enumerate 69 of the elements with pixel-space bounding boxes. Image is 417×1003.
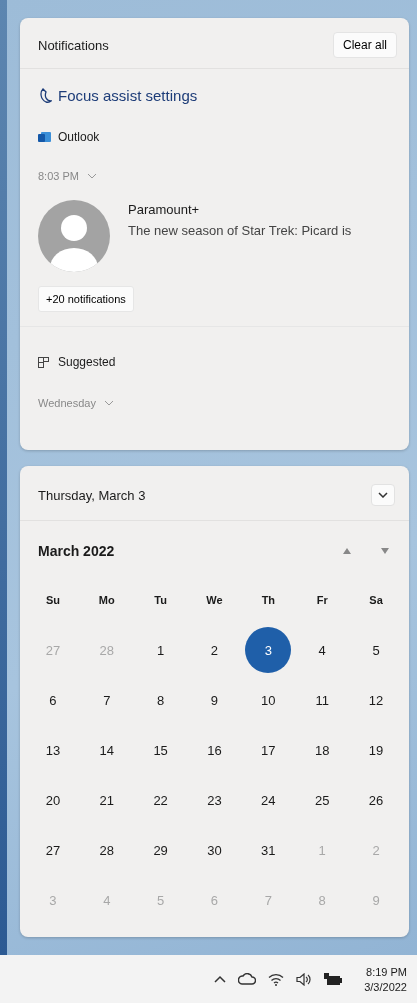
cloud-icon[interactable] [238, 973, 257, 985]
weekday-label: We [205, 593, 224, 608]
calendar-day[interactable]: 13 [29, 727, 76, 773]
battery-icon[interactable] [324, 972, 343, 986]
chevron-down-icon [86, 173, 97, 179]
calendar-day[interactable]: 28 [83, 827, 130, 873]
clear-all-button[interactable]: Clear all [333, 32, 397, 58]
date-header: Thursday, March 3 [38, 487, 146, 503]
month-title: March 2022 [38, 543, 115, 559]
clock-time: 8:19 PM [366, 965, 407, 978]
calendar-day[interactable]: 4 [299, 627, 346, 673]
calendar-day[interactable]: 31 [245, 827, 292, 873]
mail-app-icon [38, 131, 51, 143]
next-month-button[interactable] [379, 546, 391, 556]
calendar-day[interactable]: 5 [353, 627, 400, 673]
calendar-day[interactable]: 20 [29, 777, 76, 823]
calendar-day[interactable]: 16 [191, 727, 238, 773]
calendar-day[interactable]: 8 [137, 677, 184, 723]
calendar-day[interactable]: 15 [137, 727, 184, 773]
weekday-label: Sa [368, 593, 384, 608]
weekday-label: Th [260, 593, 277, 608]
moon-icon [38, 87, 52, 104]
calendar-day[interactable]: 1 [137, 627, 184, 673]
notification-body: The new season of Star Trek: Picard is [128, 223, 352, 238]
calendar-day[interactable]: 3 [245, 627, 292, 673]
app-name: Outlook [58, 130, 100, 144]
clock-date: 3/3/2022 [364, 980, 407, 993]
chevron-up-icon[interactable] [214, 975, 227, 983]
calendar-day[interactable]: 24 [245, 777, 292, 823]
weekday-label: Fr [315, 593, 329, 608]
calendar-day[interactable]: 21 [83, 777, 130, 823]
speaker-icon[interactable] [296, 972, 313, 986]
chevron-down-icon [103, 400, 114, 406]
weekday-label: Su [44, 593, 61, 608]
calendar-day[interactable]: 9 [191, 677, 238, 723]
calendar-day[interactable]: 6 [29, 677, 76, 723]
weekday-label: Mo [97, 593, 116, 608]
calendar-day[interactable]: 26 [353, 777, 400, 823]
calendar-day[interactable]: 11 [299, 677, 346, 723]
notification-time: 8:03 PM [38, 170, 79, 182]
calendar-day[interactable]: 10 [245, 677, 292, 723]
triangle-up-icon [343, 548, 351, 554]
calendar-day[interactable]: 17 [245, 727, 292, 773]
calendar-day[interactable]: 12 [353, 677, 400, 723]
panel-title: Notifications [38, 37, 109, 53]
calendar-day[interactable]: 19 [353, 727, 400, 773]
calendar-day[interactable]: 29 [137, 827, 184, 873]
calendar-day[interactable]: 23 [191, 777, 238, 823]
calendar-day[interactable]: 7 [83, 677, 130, 723]
calendar-day[interactable]: 27 [29, 827, 76, 873]
weekday-label: Tu [153, 593, 168, 608]
day-group-label: Wednesday [38, 397, 96, 409]
calendar-day[interactable]: 25 [299, 777, 346, 823]
calendar-day[interactable]: 18 [299, 727, 346, 773]
suggested-label: Suggested [58, 355, 116, 369]
calendar-day[interactable]: 2 [191, 627, 238, 673]
more-notifications-button[interactable]: +20 notifications [38, 286, 134, 312]
focus-assist-link[interactable]: Focus assist settings [58, 87, 198, 104]
calendar-day[interactable]: 14 [83, 727, 130, 773]
calendar-day[interactable]: 22 [137, 777, 184, 823]
wifi-icon[interactable] [268, 972, 285, 986]
chevron-down-icon [378, 492, 388, 498]
clock[interactable]: 8:19 PM 3/3/2022 [364, 965, 407, 993]
notification-title: Paramount+ [128, 202, 201, 217]
calendar-day[interactable]: 30 [191, 827, 238, 873]
triangle-down-icon [381, 548, 389, 554]
grid-icon [38, 356, 49, 368]
previous-month-button[interactable] [341, 546, 353, 556]
collapse-button[interactable] [371, 484, 395, 506]
